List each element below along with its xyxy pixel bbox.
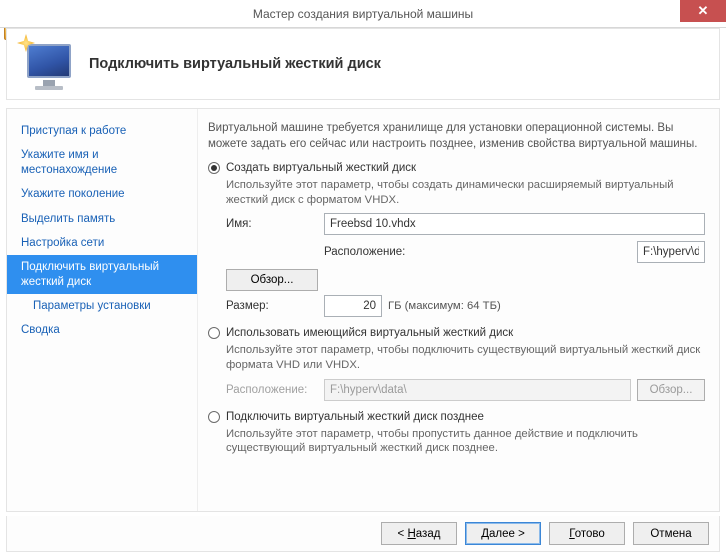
wizard-header: Подключить виртуальный жесткий диск (6, 28, 720, 100)
size-unit-hint: ГБ (максимум: 64 ТБ) (388, 300, 501, 312)
sidebar-item-getting-started[interactable]: Приступая к работе (7, 119, 197, 143)
sidebar-item-network[interactable]: Настройка сети (7, 231, 197, 255)
next-button[interactable]: Далее > (465, 522, 541, 545)
option-attach-later: Подключить виртуальный жесткий диск позд… (208, 411, 705, 456)
size-label: Размер: (226, 300, 318, 312)
back-button[interactable]: < Назад (381, 522, 457, 545)
main-area: Приступая к работе Укажите имя и местона… (6, 108, 720, 512)
radio-use-existing[interactable] (208, 327, 220, 339)
option-create-disk-label: Создать виртуальный жесткий диск (226, 162, 416, 174)
disk-size-input[interactable] (324, 295, 382, 317)
wizard-icon (19, 36, 75, 92)
close-button[interactable]: ✕ (680, 0, 726, 22)
intro-text: Виртуальной машине требуется хранилище д… (208, 121, 705, 152)
sidebar-item-name-location[interactable]: Укажите имя и местонахождение (7, 143, 197, 182)
sidebar-item-summary[interactable]: Сводка (7, 318, 197, 342)
content-pane: Виртуальной машине требуется хранилище д… (197, 109, 719, 511)
existing-location-input (324, 379, 631, 401)
titlebar: Мастер создания виртуальной машины ✕ (0, 0, 726, 28)
finish-button[interactable]: Готово (549, 522, 625, 545)
option-use-existing-desc: Используйте этот параметр, чтобы подключ… (226, 343, 705, 372)
sidebar-item-memory[interactable]: Выделить память (7, 207, 197, 231)
page-title: Подключить виртуальный жесткий диск (89, 56, 381, 72)
location-label: Расположение: (324, 246, 631, 258)
option-attach-later-desc: Используйте этот параметр, чтобы пропуст… (226, 427, 705, 456)
sidebar-item-generation[interactable]: Укажите поколение (7, 182, 197, 206)
radio-attach-later[interactable] (208, 411, 220, 423)
sidebar-item-connect-vhd[interactable]: Подключить виртуальный жесткий диск (7, 255, 197, 294)
name-label: Имя: (226, 218, 318, 230)
wizard-steps-sidebar: Приступая к работе Укажите имя и местона… (7, 109, 197, 511)
option-use-existing: Использовать имеющийся виртуальный жестк… (208, 327, 705, 400)
disk-location-input[interactable] (637, 241, 705, 263)
existing-location-label: Расположение: (226, 384, 318, 396)
radio-create-disk[interactable] (208, 162, 220, 174)
existing-browse-button: Обзор... (637, 379, 705, 401)
option-use-existing-label: Использовать имеющийся виртуальный жестк… (226, 327, 513, 339)
browse-button[interactable]: Обзор... (226, 269, 318, 291)
sidebar-item-install-options[interactable]: Параметры установки (7, 294, 197, 318)
disk-name-input[interactable] (324, 213, 705, 235)
wizard-footer: < Назад Далее > Готово Отмена (6, 516, 720, 552)
option-create-disk: Создать виртуальный жесткий диск Использ… (208, 162, 705, 317)
cancel-button[interactable]: Отмена (633, 522, 709, 545)
option-create-disk-desc: Используйте этот параметр, чтобы создать… (226, 178, 705, 207)
window-title: Мастер создания виртуальной машины (253, 7, 473, 21)
option-attach-later-label: Подключить виртуальный жесткий диск позд… (226, 411, 484, 423)
close-icon: ✕ (698, 3, 709, 19)
